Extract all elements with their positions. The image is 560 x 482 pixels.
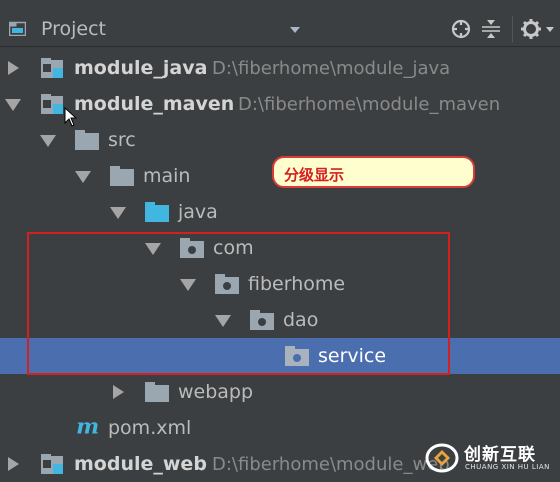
tree-item-label: src (108, 129, 136, 151)
expand-arrow-icon[interactable] (8, 457, 19, 471)
collapse-arrow-icon[interactable] (215, 315, 231, 327)
tree-item-label: pom.xml (108, 417, 192, 439)
watermark-text: 创新互联 (464, 445, 536, 465)
tree-row-webapp[interactable]: webapp (0, 374, 560, 410)
project-folder-icon (9, 21, 26, 36)
watermark-logo-icon (425, 443, 459, 473)
module-path: D:\fiberhome\module_web (212, 454, 450, 475)
source-folder-icon (145, 202, 169, 222)
tree-item-label: webapp (178, 381, 254, 403)
expand-arrow-icon[interactable] (113, 385, 124, 399)
tree-row-module-java[interactable]: module_java D:\fiberhome\module_java (0, 50, 560, 86)
watermark-logo: 创新互联 CHUANG XIN HU LIAN (424, 436, 560, 482)
tree-row-fiberhome[interactable]: fiberhome (0, 266, 560, 302)
module-path: D:\fiberhome\module_java (212, 58, 451, 79)
tree-row-com[interactable]: com (0, 230, 560, 266)
folder-icon (75, 130, 99, 150)
module-path: D:\fiberhome\module_maven (238, 94, 501, 115)
tree-item-label: module_maven (74, 93, 235, 115)
module-icon (41, 58, 63, 78)
collapse-arrow-icon[interactable] (5, 99, 21, 111)
expand-arrow-icon[interactable] (8, 61, 19, 75)
tree-item-label: module_web (74, 453, 207, 475)
collapse-arrow-icon[interactable] (75, 171, 91, 183)
annotation-text: 分级显示 (284, 166, 345, 184)
tree-item-label: fiberhome (248, 273, 346, 295)
tree-row-dao[interactable]: dao (0, 302, 560, 338)
mouse-cursor-icon (64, 107, 78, 127)
folder-icon (110, 166, 134, 186)
gear-menu-arrow-icon[interactable] (546, 27, 554, 32)
package-icon (180, 238, 204, 258)
collapse-arrow-icon[interactable] (180, 279, 196, 291)
locate-target-icon[interactable] (450, 18, 472, 40)
svg-text:m: m (76, 416, 99, 436)
module-icon (41, 94, 63, 114)
dropdown-arrow-icon[interactable] (290, 27, 300, 33)
gear-icon[interactable] (520, 18, 542, 40)
collapse-all-icon[interactable] (480, 18, 502, 40)
toolbar-separator (512, 16, 513, 42)
collapse-arrow-icon[interactable] (145, 243, 161, 255)
package-icon (285, 346, 309, 366)
collapse-arrow-icon[interactable] (40, 135, 56, 147)
package-icon (215, 274, 239, 294)
tree-item-label: java (178, 201, 218, 223)
folder-icon (145, 382, 169, 402)
module-icon (41, 454, 63, 474)
tree-row-src[interactable]: src (0, 122, 560, 158)
watermark-subtext: CHUANG XIN HU LIAN (465, 463, 550, 471)
tree-item-label: module_java (74, 57, 208, 79)
tree-item-label: service (318, 345, 387, 367)
project-view-title[interactable]: Project (41, 18, 106, 40)
annotation-callout: 分级显示 (272, 156, 475, 188)
collapse-arrow-icon[interactable] (110, 207, 126, 219)
tree-row-module-maven[interactable]: module_maven D:\fiberhome\module_maven (0, 86, 560, 122)
tree-row-java[interactable]: java (0, 194, 560, 230)
tree-item-label: com (213, 237, 254, 259)
maven-file-icon: m (76, 416, 99, 436)
tree-item-label: main (143, 165, 191, 187)
project-panel-header: Project (0, 0, 560, 47)
tree-row-service[interactable]: service (0, 338, 560, 374)
tree-item-label: dao (283, 309, 319, 331)
package-icon (250, 310, 274, 330)
